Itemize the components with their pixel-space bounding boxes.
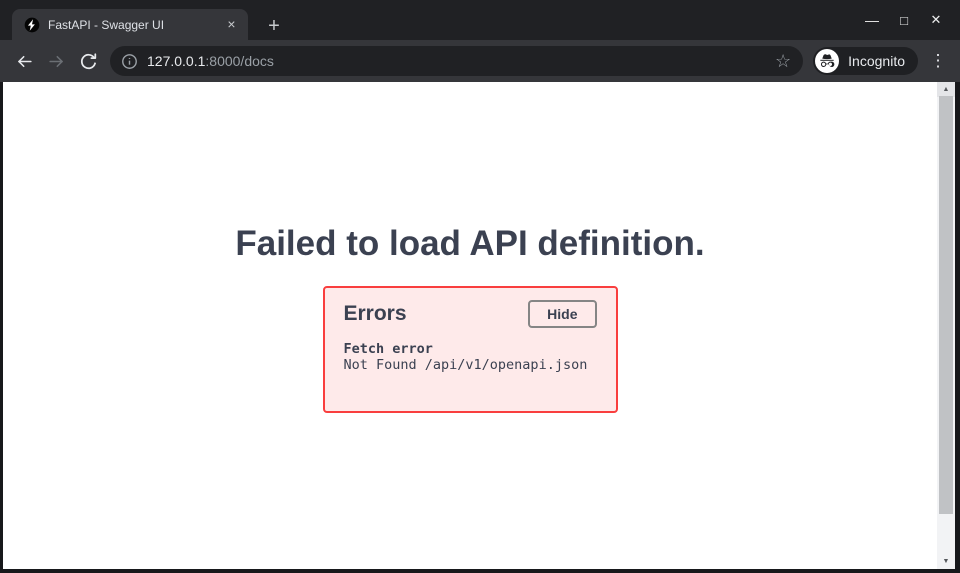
page-scrollbar[interactable]: ▲ ▼: [937, 82, 955, 569]
incognito-badge: Incognito: [813, 47, 918, 75]
scrollbar-up-arrow[interactable]: ▲: [937, 82, 955, 97]
back-button[interactable]: [8, 45, 40, 77]
maximize-button[interactable]: □: [888, 0, 920, 40]
reload-icon: [79, 52, 98, 71]
tab-strip: FastAPI - Swagger UI × + — □ ✕: [0, 0, 960, 40]
close-window-button[interactable]: ✕: [920, 0, 952, 40]
url-path: :8000/docs: [205, 53, 274, 69]
new-tab-button[interactable]: +: [261, 13, 287, 39]
tab-fastapi-swagger[interactable]: FastAPI - Swagger UI ×: [12, 9, 248, 40]
incognito-label: Incognito: [848, 53, 905, 69]
swagger-ui-content: Failed to load API definition. Errors Hi…: [3, 82, 937, 569]
browser-toolbar: 127.0.0.1:8000/docs ☆ Incognito ⋮: [0, 40, 960, 82]
page-viewport: Failed to load API definition. Errors Hi…: [0, 82, 960, 573]
errors-panel-header: Errors Hide: [344, 300, 597, 328]
url-text: 127.0.0.1:8000/docs: [147, 53, 771, 69]
forward-button[interactable]: [40, 45, 72, 77]
bookmark-star-icon[interactable]: ☆: [771, 52, 795, 70]
error-entry: Fetch error Not Found /api/v1/openapi.js…: [344, 341, 597, 374]
address-bar[interactable]: 127.0.0.1:8000/docs ☆: [110, 46, 803, 76]
tab-title: FastAPI - Swagger UI: [48, 18, 215, 32]
tab-close-icon[interactable]: ×: [223, 16, 240, 33]
minimize-button[interactable]: —: [856, 0, 888, 40]
site-info-icon[interactable]: [121, 53, 138, 70]
errors-panel-title: Errors: [344, 302, 407, 326]
hide-errors-button[interactable]: Hide: [528, 300, 596, 328]
scrollbar-down-arrow[interactable]: ▼: [937, 554, 955, 569]
fastapi-favicon-icon: [24, 17, 40, 33]
error-message: Not Found /api/v1/openapi.json: [344, 357, 597, 373]
reload-button[interactable]: [72, 45, 104, 77]
arrow-right-icon: [47, 52, 66, 71]
browser-window: FastAPI - Swagger UI × + — □ ✕: [0, 0, 960, 573]
browser-menu-button[interactable]: ⋮: [926, 45, 950, 77]
window-controls: — □ ✕: [856, 0, 952, 40]
arrow-left-icon: [15, 52, 34, 71]
error-title: Fetch error: [344, 341, 597, 357]
incognito-icon: [815, 49, 839, 73]
errors-panel: Errors Hide Fetch error Not Found /api/v…: [323, 286, 618, 413]
page-title: Failed to load API definition.: [3, 223, 937, 265]
url-host: 127.0.0.1: [147, 53, 205, 69]
scrollbar-thumb[interactable]: [939, 96, 953, 514]
